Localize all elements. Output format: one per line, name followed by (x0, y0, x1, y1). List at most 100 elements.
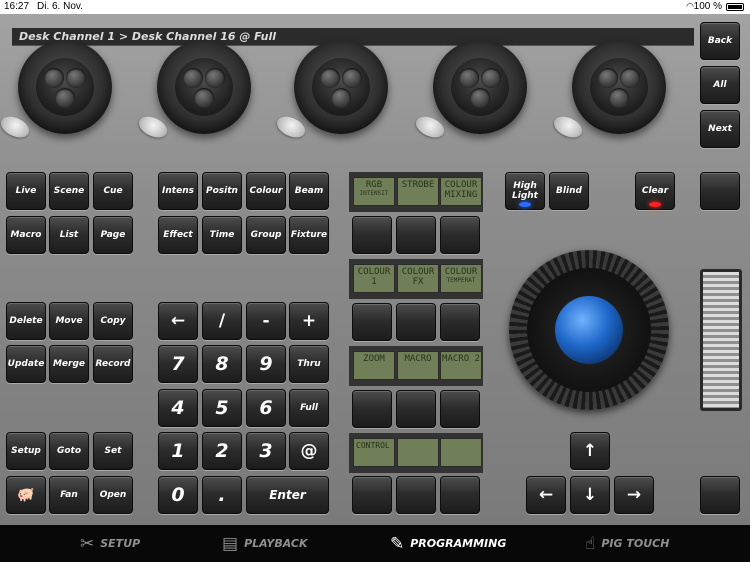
point-key[interactable]: . (202, 476, 242, 514)
pencil-icon: ✎ (390, 533, 405, 554)
softkey-12[interactable] (440, 476, 480, 514)
scene-key[interactable]: Scene (49, 172, 89, 210)
highlight-led (519, 202, 531, 207)
intens-key[interactable]: Intens (158, 172, 198, 210)
colour-key[interactable]: Colour (246, 172, 286, 210)
digit-4-key[interactable]: 4 (158, 389, 198, 427)
live-key[interactable]: Live (6, 172, 46, 210)
digit-5-key[interactable]: 5 (202, 389, 242, 427)
cue-key[interactable]: Cue (93, 172, 133, 210)
softkey-1[interactable] (352, 216, 392, 254)
arrow-left-key[interactable]: ← (526, 476, 566, 514)
enter-key[interactable]: Enter (246, 476, 329, 514)
lcd-control: CONTROL (353, 438, 395, 467)
merge-key[interactable]: Merge (49, 345, 89, 383)
effect-key[interactable]: Effect (158, 216, 198, 254)
macro-key[interactable]: Macro (6, 216, 46, 254)
tab-pig-touch[interactable]: ☝ PIG TOUCH (585, 525, 669, 562)
softkey-9[interactable] (440, 390, 480, 428)
lcd-label: COLOUR 1 (357, 267, 391, 287)
page-key[interactable]: Page (93, 216, 133, 254)
clear-label: Clear (641, 186, 669, 196)
lcd-label: COLOUR (444, 267, 478, 277)
softkey-6[interactable] (440, 303, 480, 341)
lcd-rgb: RGB INTENSIT (353, 177, 395, 206)
pig-key[interactable]: 🐖 (6, 476, 46, 514)
tab-playback[interactable]: ▤ PLAYBACK (222, 525, 308, 562)
thru-key[interactable]: Thru (289, 345, 329, 383)
goto-key[interactable]: Goto (49, 432, 89, 470)
tab-programming[interactable]: ✎ PROGRAMMING (390, 525, 506, 562)
softkey-8[interactable] (396, 390, 436, 428)
softkey-11[interactable] (396, 476, 436, 514)
lcd-strobe: STROBE (397, 177, 439, 206)
digit-0-key[interactable]: 0 (158, 476, 198, 514)
delete-key[interactable]: Delete (6, 302, 46, 340)
positn-key[interactable]: Positn (202, 172, 242, 210)
encoder-3-button[interactable] (273, 112, 309, 142)
highlight-label: High Light (512, 181, 538, 201)
plus-key[interactable]: + (289, 302, 329, 340)
encoder-2-button[interactable] (135, 112, 171, 142)
digit-7-key[interactable]: 7 (158, 345, 198, 383)
back-key[interactable]: Back (700, 22, 740, 60)
encoder-4[interactable] (433, 40, 527, 134)
trackball-wheel[interactable] (509, 250, 669, 410)
softkey-7[interactable] (352, 390, 392, 428)
encoder-4-button[interactable] (412, 112, 448, 142)
lcd-macro: MACRO (397, 351, 439, 380)
slash-key[interactable]: / (202, 302, 242, 340)
all-key[interactable]: All (700, 66, 740, 104)
open-key[interactable]: Open (93, 476, 133, 514)
arrow-right-key[interactable]: → (614, 476, 654, 514)
softkey-10[interactable] (352, 476, 392, 514)
at-key[interactable]: @ (289, 432, 329, 470)
encoder-5[interactable] (572, 40, 666, 134)
fixture-key[interactable]: Fixture (289, 216, 329, 254)
set-key[interactable]: Set (93, 432, 133, 470)
clear-key[interactable]: Clear (635, 172, 675, 210)
time-key[interactable]: Time (202, 216, 242, 254)
list-key[interactable]: List (49, 216, 89, 254)
setup-key[interactable]: Setup (6, 432, 46, 470)
softkey-3[interactable] (440, 216, 480, 254)
digit-6-key[interactable]: 6 (246, 389, 286, 427)
ios-status-bar: 16:27 Di. 6. Nov. ◠ 100 % (0, 0, 750, 14)
highlight-key[interactable]: High Light (505, 172, 545, 210)
fan-key[interactable]: Fan (49, 476, 89, 514)
encoder-1[interactable] (18, 40, 112, 134)
next-key[interactable]: Next (700, 110, 740, 148)
encoder-2[interactable] (157, 40, 251, 134)
touch-hand-icon: ☝ (585, 533, 596, 554)
group-key[interactable]: Group (246, 216, 286, 254)
softkey-2[interactable] (396, 216, 436, 254)
lcd-label: MACRO (404, 354, 432, 364)
lcd-label: STROBE (401, 180, 435, 190)
copy-key[interactable]: Copy (93, 302, 133, 340)
softkey-4[interactable] (352, 303, 392, 341)
blank-key-top[interactable] (700, 172, 740, 210)
digit-9-key[interactable]: 9 (246, 345, 286, 383)
backspace-key[interactable]: ← (158, 302, 198, 340)
trackball[interactable] (555, 296, 623, 364)
digit-3-key[interactable]: 3 (246, 432, 286, 470)
arrow-down-key[interactable]: ↓ (570, 476, 610, 514)
blank-key-bottom[interactable] (700, 476, 740, 514)
beam-key[interactable]: Beam (289, 172, 329, 210)
digit-8-key[interactable]: 8 (202, 345, 242, 383)
digit-2-key[interactable]: 2 (202, 432, 242, 470)
tab-setup[interactable]: ✂ SETUP (80, 525, 140, 562)
blind-key[interactable]: Blind (549, 172, 589, 210)
minus-key[interactable]: - (246, 302, 286, 340)
update-key[interactable]: Update (6, 345, 46, 383)
master-fader[interactable] (700, 269, 742, 411)
encoder-3[interactable] (294, 40, 388, 134)
softkey-5[interactable] (396, 303, 436, 341)
digit-1-key[interactable]: 1 (158, 432, 198, 470)
encoder-5-button[interactable] (550, 112, 586, 142)
full-key[interactable]: Full (289, 389, 329, 427)
record-key[interactable]: Record (93, 345, 133, 383)
move-key[interactable]: Move (49, 302, 89, 340)
encoder-1-button[interactable] (0, 112, 33, 142)
arrow-up-key[interactable]: ↑ (570, 432, 610, 470)
